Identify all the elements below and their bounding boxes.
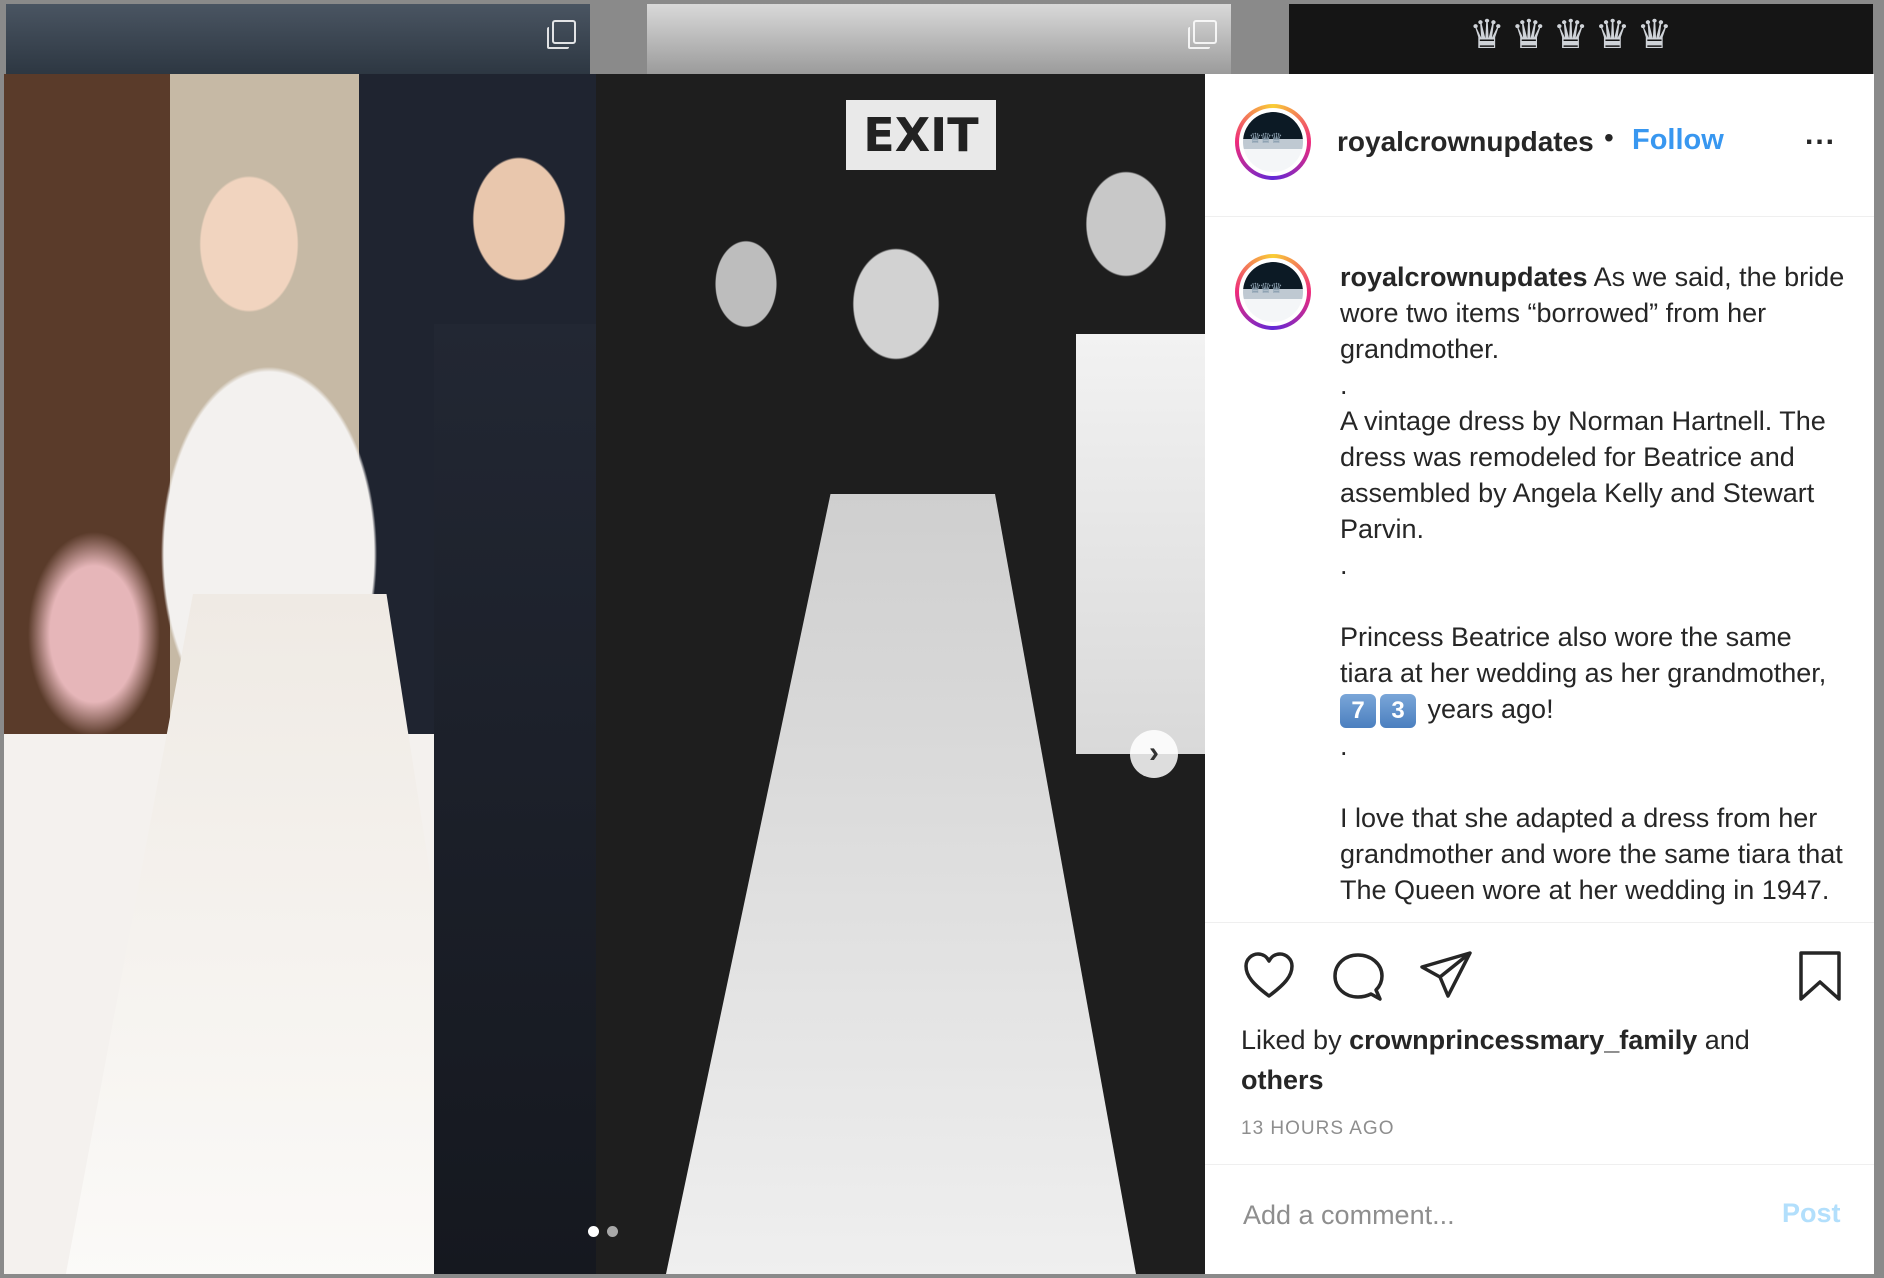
post-media[interactable]: EXIT › bbox=[4, 74, 1205, 1274]
carousel-dot bbox=[588, 1226, 599, 1237]
comment-icon[interactable] bbox=[1332, 952, 1384, 1002]
caption-text: As we said, the bride wore two items “bo… bbox=[1340, 262, 1845, 688]
background-post-tile[interactable]: ♛♛♛♛♛ bbox=[1289, 4, 1873, 74]
comment-input[interactable] bbox=[1241, 1194, 1745, 1236]
post-details-panel: royalcrownupdates • Follow ... royalcrow… bbox=[1205, 74, 1874, 1274]
vintage-photo: EXIT bbox=[596, 74, 1205, 1274]
post-modal: EXIT › royalcrownupdates • Follow ... ro… bbox=[4, 74, 1874, 1274]
carousel-dots bbox=[588, 1226, 618, 1237]
liked-by-others[interactable]: others bbox=[1241, 1065, 1324, 1095]
liked-by-user[interactable]: crownprincessmary_family bbox=[1349, 1025, 1697, 1055]
groom-suit bbox=[434, 324, 599, 1274]
bookmark-icon[interactable] bbox=[1797, 950, 1843, 1002]
divider bbox=[1205, 922, 1874, 923]
tiara-image: ♛♛♛♛♛ bbox=[1469, 13, 1679, 57]
share-icon[interactable] bbox=[1419, 950, 1473, 1000]
likes-mid: and bbox=[1697, 1025, 1750, 1055]
separator-dot: • bbox=[1604, 122, 1614, 153]
tiara-avatar-image bbox=[1243, 112, 1303, 172]
header-username[interactable]: royalcrownupdates bbox=[1337, 126, 1594, 158]
wedding-photo bbox=[4, 74, 599, 1274]
likes-prefix: Liked by bbox=[1241, 1025, 1350, 1055]
divider bbox=[1205, 1164, 1874, 1165]
follow-button[interactable]: Follow bbox=[1632, 124, 1724, 157]
exit-sign: EXIT bbox=[846, 100, 996, 170]
heart-icon[interactable] bbox=[1243, 952, 1295, 1000]
caption-text: years ago! . I love that she adapted a d… bbox=[1340, 694, 1843, 905]
bride-gown bbox=[64, 594, 494, 1274]
post-comment-button[interactable]: Post bbox=[1782, 1198, 1841, 1229]
tiara-avatar-image bbox=[1243, 262, 1303, 322]
background-post-tile[interactable] bbox=[647, 4, 1231, 74]
divider bbox=[1205, 216, 1874, 217]
background-post-tile[interactable] bbox=[6, 4, 590, 74]
keycap-three-emoji: 3 bbox=[1380, 693, 1416, 728]
carousel-next-button[interactable]: › bbox=[1130, 730, 1178, 778]
post-timestamp[interactable]: 13 HOURS AGO bbox=[1241, 1118, 1395, 1140]
keycap-seven-emoji: 7 bbox=[1340, 693, 1376, 728]
likes-summary: Liked by crownprincessmary_family and oth… bbox=[1241, 1020, 1841, 1100]
avatar[interactable] bbox=[1235, 254, 1311, 330]
queen-gown bbox=[666, 494, 1136, 1274]
multi-photo-icon bbox=[547, 20, 576, 49]
post-caption: royalcrownupdates As we said, the bride … bbox=[1340, 259, 1850, 919]
multi-photo-icon bbox=[1188, 20, 1217, 49]
avatar[interactable] bbox=[1235, 104, 1311, 180]
chevron-right-icon: › bbox=[1149, 736, 1159, 769]
carousel-dot bbox=[607, 1226, 618, 1237]
escort-shirt bbox=[1076, 334, 1205, 754]
caption-username[interactable]: royalcrownupdates bbox=[1340, 262, 1588, 292]
more-icon[interactable]: ... bbox=[1805, 118, 1836, 152]
